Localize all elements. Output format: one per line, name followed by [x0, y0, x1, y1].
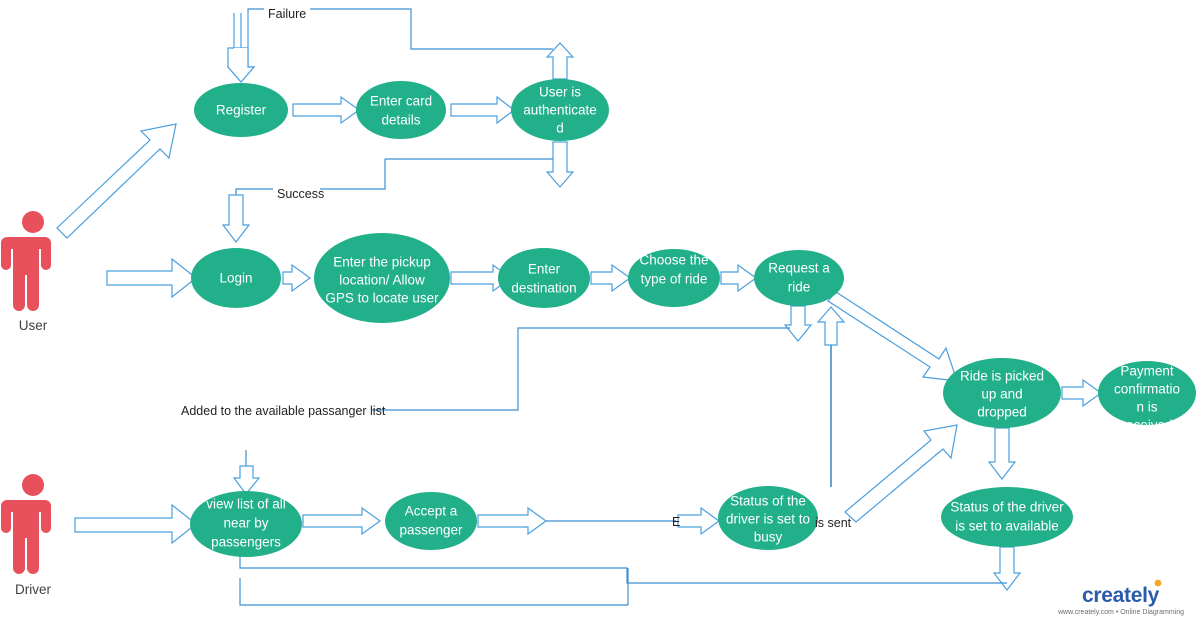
- actor-label: User: [19, 318, 48, 333]
- watermark-dot-icon: [1154, 579, 1162, 587]
- edge-label-added-passanger-list: Added to the available passanger list: [181, 404, 386, 418]
- diagram-canvas: Register Enter card details Enter card d…: [0, 0, 1200, 625]
- actor-user[interactable]: User: [1, 211, 51, 333]
- actor-label: Driver: [15, 582, 52, 597]
- edge-label-failure: Failure: [268, 7, 306, 21]
- actor-driver[interactable]: Driver: [1, 474, 52, 597]
- edge-label-success: Success: [277, 187, 324, 201]
- watermark-brand: creately: [1082, 584, 1160, 607]
- edge-label-is-sent: is sent: [815, 516, 852, 530]
- person-icon: [1, 211, 51, 311]
- label-layer: User Driver Failure Success Added to the…: [1, 7, 1184, 616]
- edge-label-eta-occluded: E: [672, 515, 680, 529]
- person-icon: [1, 474, 51, 574]
- creately-watermark: creately www.creately.com • Online Diagr…: [1057, 579, 1184, 616]
- watermark-tagline: www.creately.com • Online Diagramming: [1057, 609, 1184, 616]
